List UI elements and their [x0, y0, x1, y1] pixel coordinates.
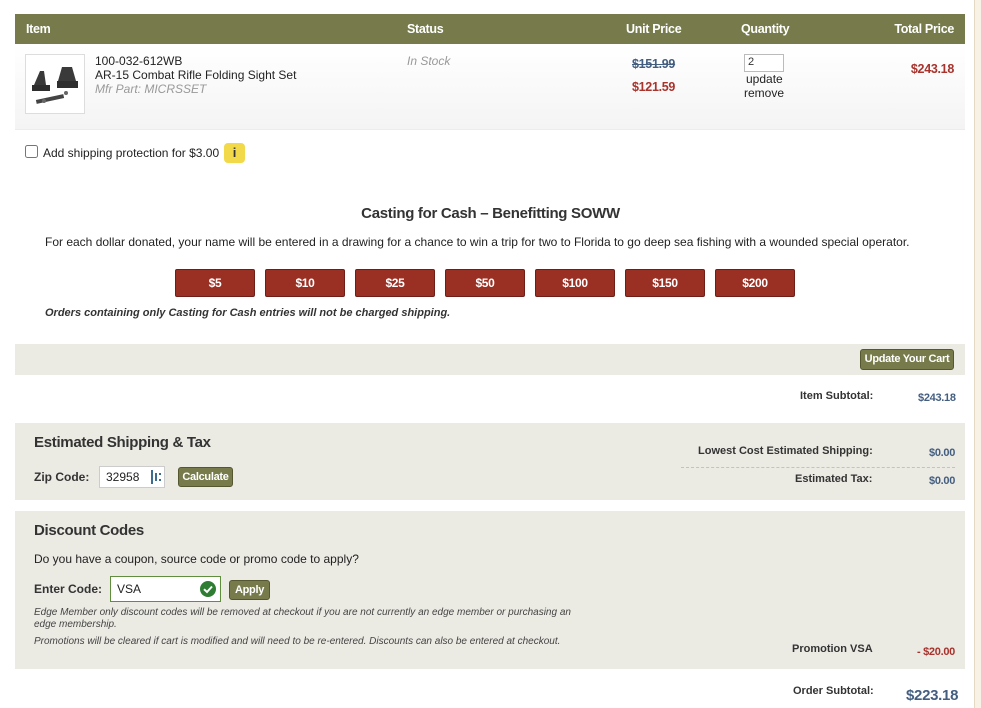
header-status: Status [407, 22, 444, 36]
update-cart-bar [15, 344, 965, 375]
cart-item-row: 100-032-612WB AR-15 Combat Rifle Folding… [15, 44, 965, 130]
shipping-protection-label[interactable]: Add shipping protection for $3.00 [43, 146, 219, 160]
cart-page: Item Status Unit Price Quantity Total Pr… [0, 0, 975, 708]
header-item: Item [26, 22, 51, 36]
casting-note: Orders containing only Casting for Cash … [45, 307, 451, 319]
summary-divider [681, 467, 955, 468]
shipping-protection-checkbox[interactable] [25, 145, 38, 158]
donate-50-button[interactable]: $50 [445, 269, 525, 297]
casting-title: Casting for Cash – Benefitting SOWW [361, 205, 620, 222]
discount-title: Discount Codes [34, 522, 144, 539]
zip-autofill-icon[interactable] [151, 470, 161, 484]
info-icon[interactable]: i [224, 143, 245, 163]
enter-code-label: Enter Code: [34, 582, 103, 596]
check-circle-icon [200, 581, 216, 597]
remove-link[interactable]: remove [744, 86, 784, 100]
donate-100-button[interactable]: $100 [535, 269, 615, 297]
discount-question: Do you have a coupon, source code or pro… [34, 552, 359, 566]
promotions-note: Promotions will be cleared if cart is mo… [34, 636, 561, 647]
edge-member-note: Edge Member only discount codes will be … [34, 607, 571, 630]
lowest-shipping-label: Lowest Cost Estimated Shipping: [698, 445, 873, 457]
donate-200-button[interactable]: $200 [715, 269, 795, 297]
product-sku: 100-032-612WB [95, 54, 183, 68]
promotion-label: Promotion VSA [792, 643, 873, 655]
stock-status: In Stock [407, 54, 451, 68]
donate-150-button[interactable]: $150 [625, 269, 705, 297]
header-quantity: Quantity [741, 22, 790, 36]
product-mfr-part: Mfr Part: MICRSSET [95, 82, 207, 96]
order-subtotal-value: $223.18 [906, 687, 959, 704]
original-price: $151.99 [632, 57, 676, 71]
shipping-title: Estimated Shipping & Tax [34, 434, 211, 451]
lowest-shipping-value: $0.00 [929, 447, 956, 459]
line-total: $243.18 [910, 62, 954, 76]
header-total-price: Total Price [894, 22, 954, 36]
donate-25-button[interactable]: $25 [355, 269, 435, 297]
quantity-input[interactable]: 2 [744, 54, 784, 72]
order-subtotal-label: Order Subtotal: [793, 685, 874, 697]
header-unit-price: Unit Price [626, 22, 682, 36]
rifle-sight-icon [32, 67, 78, 104]
donate-5-button[interactable]: $5 [175, 269, 255, 297]
update-link[interactable]: update [746, 72, 783, 86]
casting-description: For each dollar donated, your name will … [45, 235, 910, 249]
sale-price: $121.59 [632, 80, 676, 94]
item-subtotal-value: $243.18 [918, 392, 956, 404]
estimated-tax-value: $0.00 [929, 475, 956, 487]
item-subtotal-label: Item Subtotal: [800, 390, 874, 402]
cart-table-header: Item Status Unit Price Quantity Total Pr… [15, 14, 965, 44]
donate-10-button[interactable]: $10 [265, 269, 345, 297]
product-thumbnail[interactable] [25, 54, 85, 114]
apply-button[interactable]: Apply [229, 580, 270, 600]
estimated-tax-label: Estimated Tax: [795, 473, 873, 485]
product-name[interactable]: AR-15 Combat Rifle Folding Sight Set [95, 68, 296, 82]
promotion-value: - $20.00 [917, 646, 955, 658]
update-cart-button[interactable]: Update Your Cart [860, 349, 954, 370]
zip-label: Zip Code: [34, 470, 90, 484]
calculate-button[interactable]: Calculate [178, 467, 233, 487]
